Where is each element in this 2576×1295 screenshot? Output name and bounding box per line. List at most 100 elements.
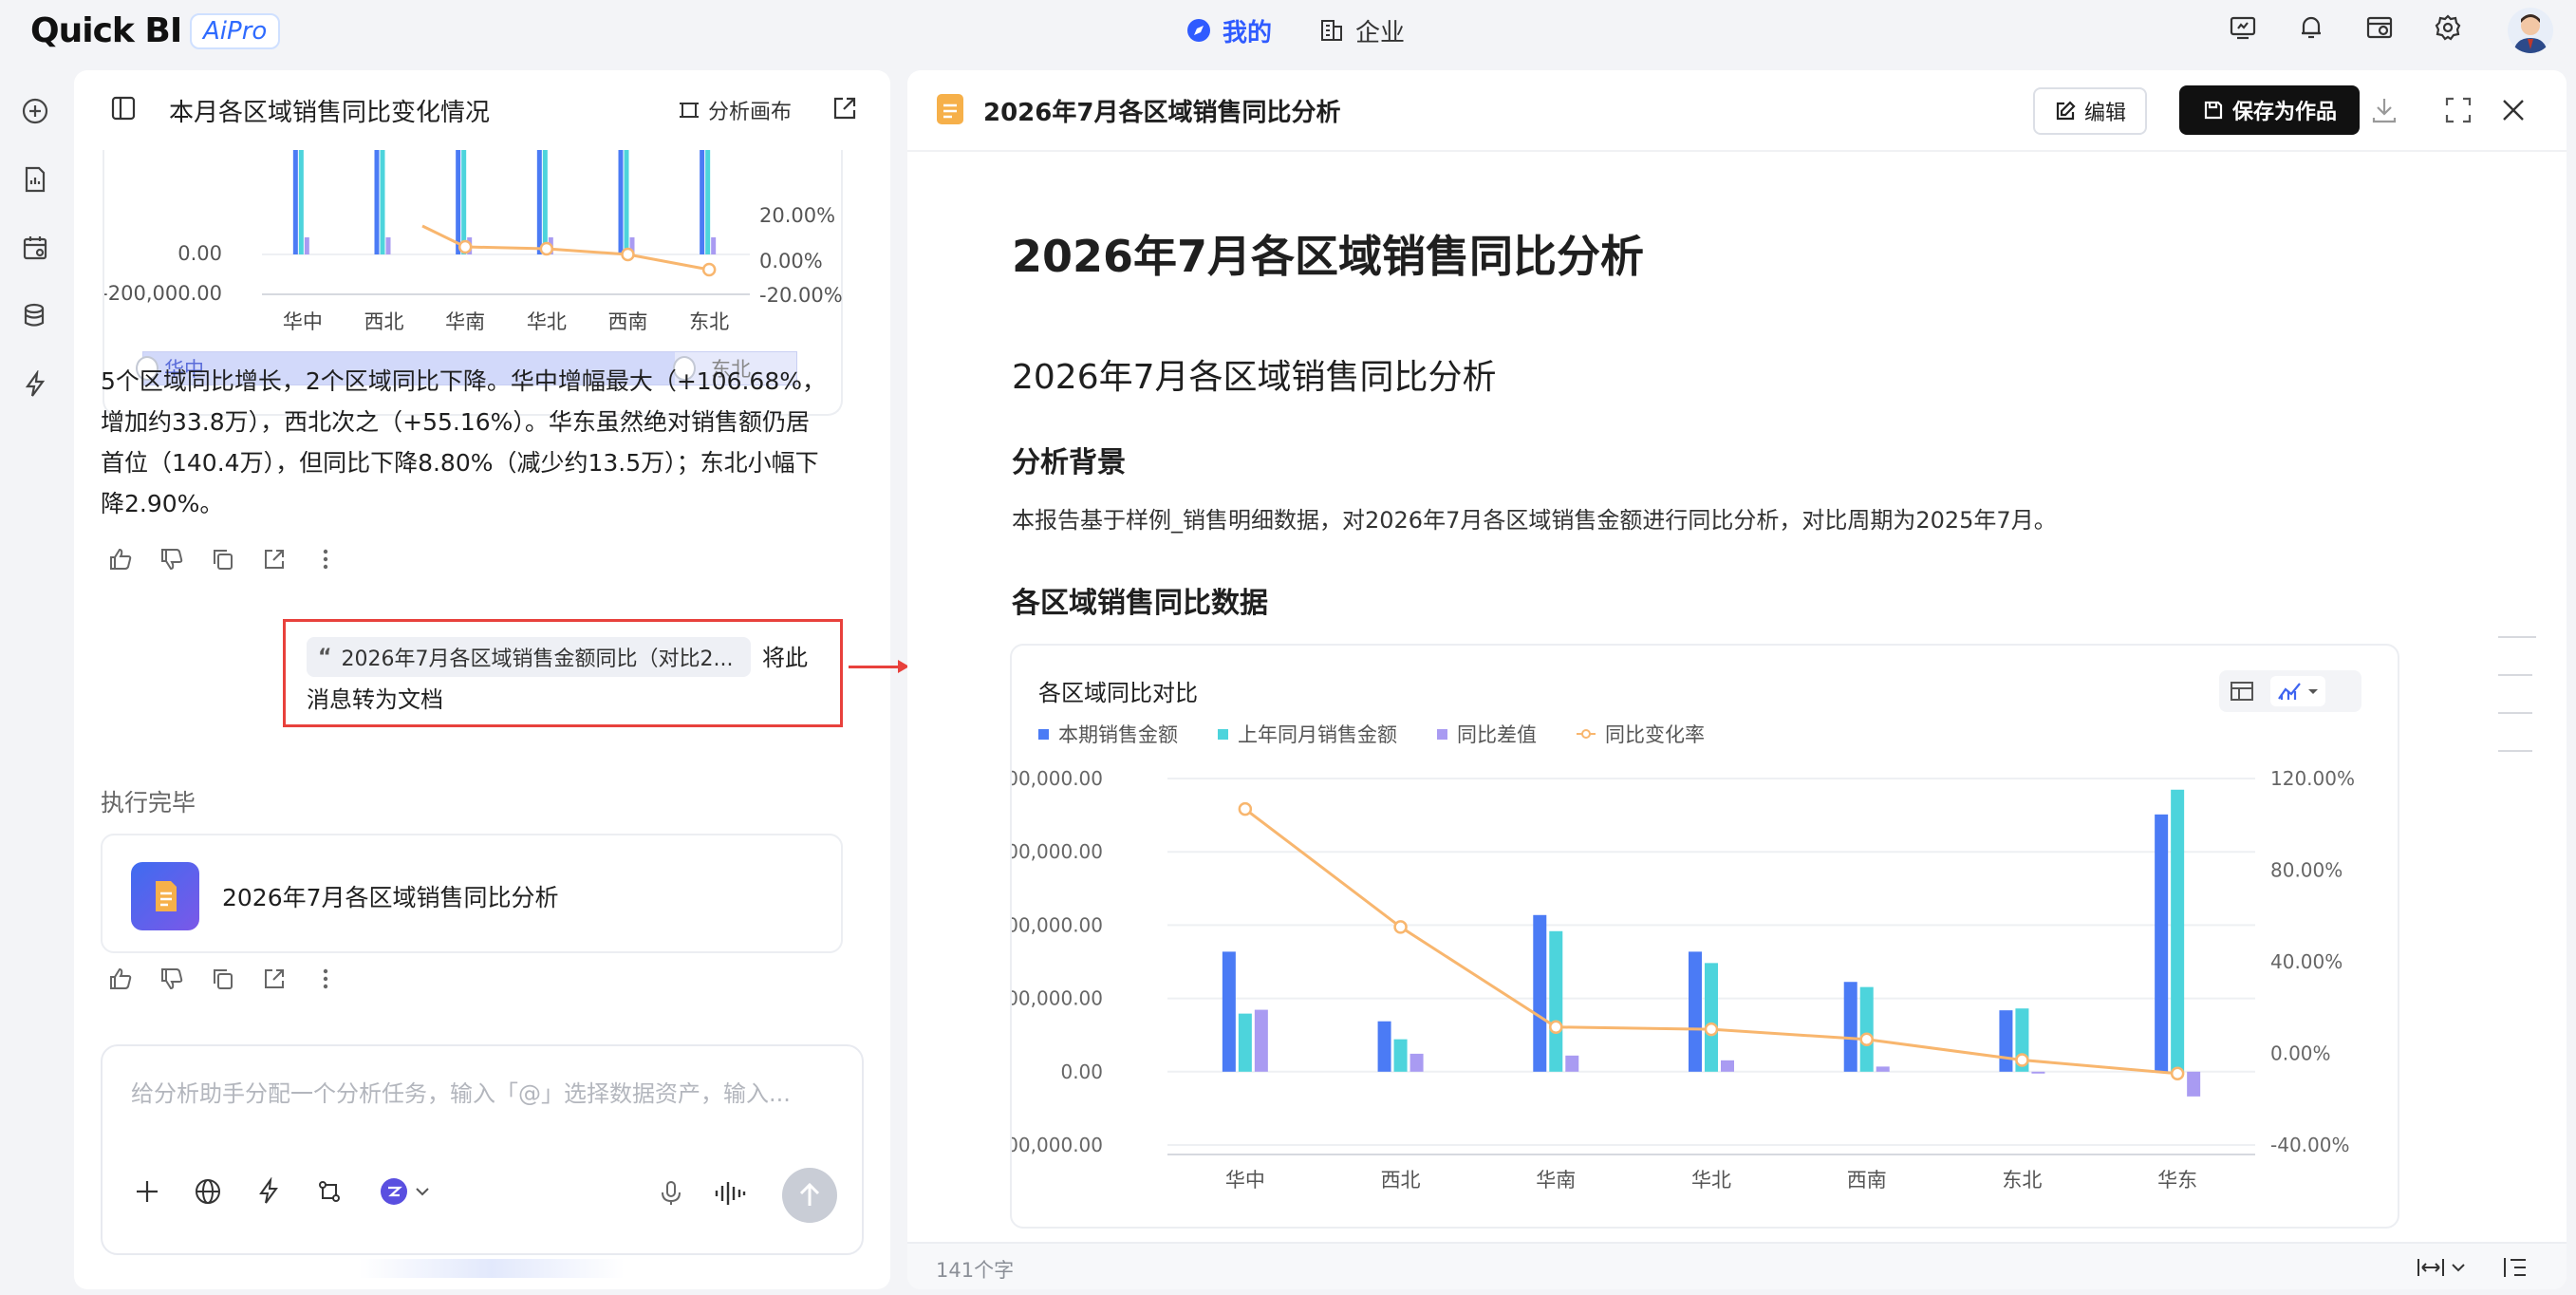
chat-input[interactable]: 给分析助手分配一个分析任务，输入「@」选择数据资产，输入... (101, 1044, 864, 1255)
thumbs-up-icon[interactable] (108, 967, 133, 991)
bar (1238, 1013, 1252, 1072)
generated-doc-card[interactable]: 2026年7月各区域销售同比分析 (101, 834, 843, 953)
x-tick-label: 西北 (1381, 1169, 1421, 1192)
bar (1689, 951, 1702, 1072)
quoted-message-chip[interactable]: “ 2026年7月各区域销售金额同比（对比2... (307, 637, 751, 677)
summary-line: 增加约33.8万），西北次之（+55.16%）。华东虽然绝对销售额仍居 (101, 408, 810, 436)
bar (1393, 1039, 1408, 1072)
close-icon[interactable] (2498, 95, 2529, 125)
bar (1705, 963, 1718, 1072)
bar (1254, 1009, 1268, 1072)
more-icon[interactable] (313, 967, 338, 991)
y2-tick-label: 40.00% (2270, 950, 2343, 973)
x-tick-label: 华中 (283, 310, 323, 333)
connector-arrow (849, 666, 904, 668)
bar (1222, 951, 1236, 1072)
document-title: 2026年7月各区域销售同比分析 (1012, 231, 1645, 282)
avatar[interactable] (2508, 8, 2553, 53)
bar (298, 150, 304, 254)
chat-panel: 本月各区域销售同比变化情况 分析画布 0.00 -200,000.00 20.00%… (74, 70, 890, 1289)
share-icon[interactable] (262, 967, 287, 991)
save-as-work-button[interactable]: 保存为作品 (2179, 85, 2361, 135)
thumbs-up-icon[interactable] (108, 547, 133, 572)
bar (1876, 1066, 1890, 1072)
bar (1843, 982, 1857, 1072)
dashboard-icon[interactable] (2365, 13, 2394, 42)
y2-tick-label: 120.00% (2270, 767, 2355, 790)
model-selector[interactable] (376, 1170, 454, 1213)
aipro-badge: AiPro (190, 13, 281, 49)
globe-icon[interactable] (194, 1177, 222, 1206)
thumbs-down-icon[interactable] (159, 547, 184, 572)
rate-point (2015, 1053, 2029, 1067)
top-bar: Quick BI AiPro 我的 企业 (0, 0, 2576, 61)
x-tick-label: 华南 (445, 310, 485, 333)
document-heading: 2026年7月各区域销售同比分析 (1012, 358, 1497, 397)
copy-icon[interactable] (211, 547, 235, 572)
y2-tick-label: 0.00% (759, 250, 823, 272)
bar (1549, 930, 1563, 1072)
doc-card-title: 2026年7月各区域销售同比分析 (222, 884, 559, 911)
open-external-icon[interactable] (831, 95, 858, 122)
user-message-bubble[interactable]: “ 2026年7月各区域销售金额同比（对比2... 将此 消息转为文档 (283, 619, 843, 727)
dataset-icon[interactable] (19, 300, 51, 332)
bar (456, 150, 461, 254)
edit-button[interactable]: 编辑 (2033, 87, 2148, 135)
more-icon[interactable] (313, 547, 338, 572)
thumbs-down-icon[interactable] (159, 967, 184, 991)
monitor-icon[interactable] (2229, 13, 2257, 42)
save-as-work-label: 保存为作品 (2232, 101, 2338, 124)
lightning-icon[interactable] (254, 1177, 283, 1206)
tab-mine[interactable]: 我的 (1186, 13, 1272, 47)
y-tick-label: 0.00 (177, 242, 222, 265)
schedule-icon[interactable] (19, 232, 51, 264)
analysis-canvas-button[interactable]: 分析画布 (678, 95, 792, 125)
settings-icon[interactable] (2434, 13, 2462, 42)
summary-line: 5个区域同比增长，2个区域同比下降。华中增幅最大（+106.68%， (101, 367, 826, 395)
outline-marker[interactable] (2498, 674, 2532, 676)
x-tick-label: 华南 (1536, 1169, 1576, 1192)
analysis-summary: 5个区域同比增长，2个区域同比下降。华中增幅最大（+106.68%， 增加约33… (101, 361, 850, 524)
share-icon[interactable] (262, 547, 287, 572)
workflow-icon[interactable] (315, 1177, 344, 1206)
y2-tick-label: -40.00% (2270, 1134, 2349, 1156)
bar (1409, 1053, 1424, 1072)
section-heading: 各区域销售同比数据 (1012, 587, 1268, 620)
bar (1533, 914, 1547, 1072)
sidebar-toggle-icon[interactable] (110, 95, 137, 122)
save-icon (2202, 99, 2225, 122)
outline-icon[interactable] (2502, 1255, 2529, 1280)
bell-icon[interactable] (2297, 13, 2325, 42)
page-width-icon[interactable] (2417, 1255, 2470, 1280)
rate-point (1238, 801, 1253, 816)
chat-header: 本月各区域销售同比变化情况 分析画布 (74, 70, 890, 150)
add-chat-icon[interactable] (19, 95, 51, 127)
lightning-icon[interactable] (19, 368, 51, 401)
quickbi-logo[interactable]: Quick BI (30, 11, 182, 50)
copy-icon[interactable] (211, 967, 235, 991)
ai-model-icon (380, 1177, 408, 1206)
microphone-icon[interactable] (657, 1179, 685, 1208)
bar (374, 150, 380, 254)
y2-tick-label: 0.00% (2270, 1042, 2331, 1065)
outline-marker[interactable] (2498, 750, 2532, 752)
bar (385, 237, 391, 254)
voice-wave-icon[interactable] (714, 1179, 746, 1208)
report-icon[interactable] (19, 163, 51, 196)
download-icon[interactable] (2369, 95, 2399, 125)
fullscreen-icon[interactable] (2443, 95, 2473, 125)
input-glow (359, 1259, 625, 1278)
rate-point (539, 241, 554, 256)
outline-marker[interactable] (2498, 712, 2532, 714)
rate-point (1393, 920, 1408, 934)
chat-title: 本月各区域销售同比变化情况 (169, 99, 491, 127)
rate-point (457, 239, 473, 254)
y-tick-label: 0.00 (1060, 1060, 1103, 1083)
document-panel: 2026年7月各区域销售同比分析 编辑 保存为作品 2026年7月各区域销售同比… (907, 70, 2567, 1289)
plus-icon[interactable] (133, 1177, 161, 1206)
outline-marker[interactable] (2498, 636, 2536, 638)
y2-tick-label: -20.00% (759, 284, 843, 307)
bar (2031, 1071, 2045, 1074)
send-button[interactable] (782, 1168, 837, 1223)
tab-enterprise[interactable]: 企业 (1319, 13, 1405, 47)
